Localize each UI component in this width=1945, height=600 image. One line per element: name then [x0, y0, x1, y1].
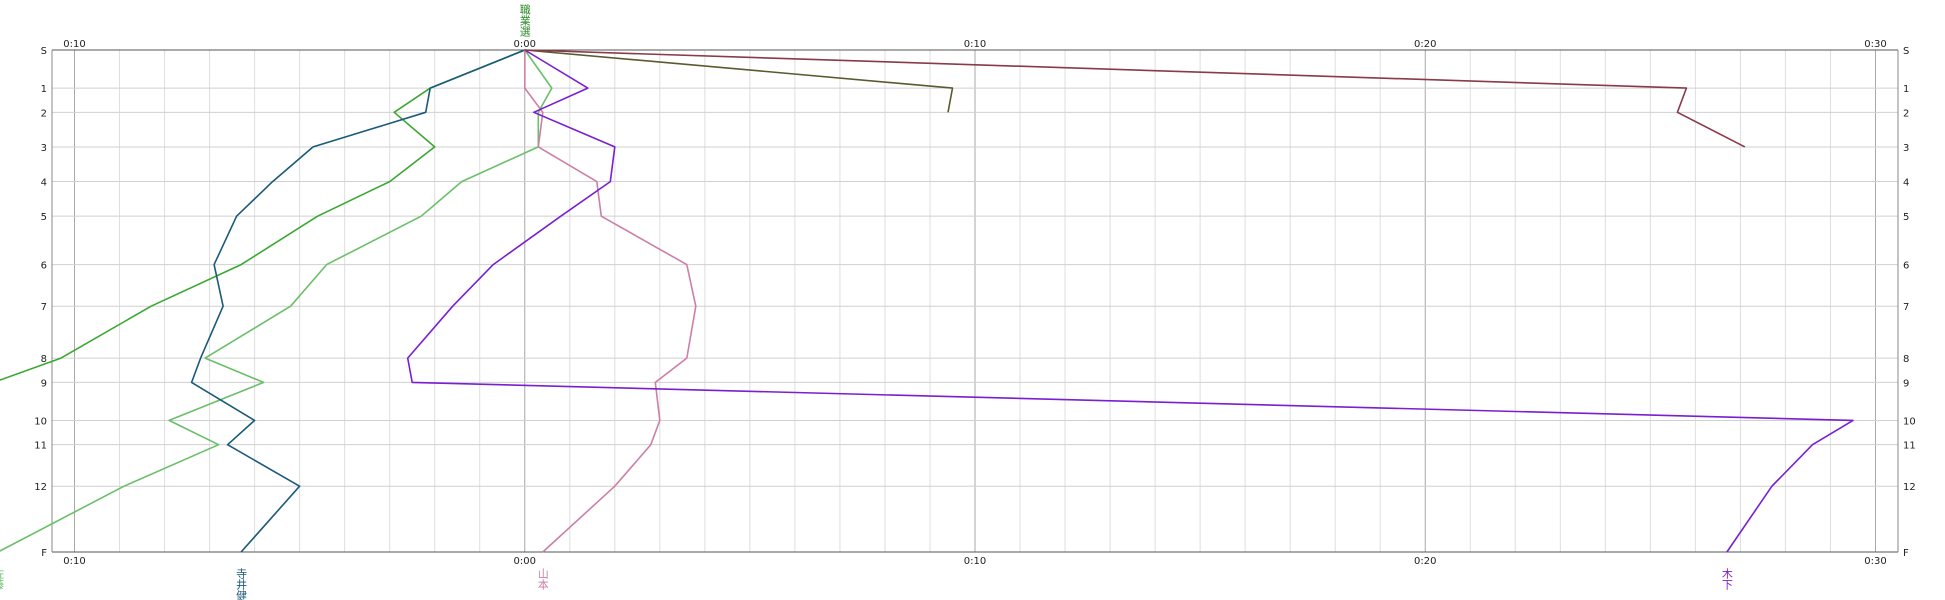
series-line: [190, 49, 526, 553]
control-label-right: 7: [1903, 302, 1909, 313]
control-label-left: 7: [41, 302, 47, 313]
control-label-right: F: [1903, 548, 1909, 559]
x-tick-label-bottom: 0:30: [1864, 556, 1886, 567]
control-label-right: 1: [1903, 84, 1909, 95]
control-label-right: 11: [1903, 441, 1916, 452]
series-line: [406, 49, 1854, 553]
control-label-left: 3: [41, 143, 47, 154]
control-label-left: 4: [41, 178, 47, 189]
control-label-left: 11: [34, 441, 47, 452]
control-label-right: 12: [1903, 482, 1916, 493]
runner-labels: 細中佐藤寺井健山本木下: [0, 567, 1733, 600]
x-tick-label-top: 0:30: [1864, 39, 1886, 50]
control-label-right: 8: [1903, 354, 1909, 365]
control-label-left: 5: [41, 212, 47, 223]
control-label-right: 3: [1903, 143, 1909, 154]
top-marker-label: 職業選: [518, 4, 531, 37]
runner-label: 佐藤: [0, 567, 4, 591]
control-label-left: 9: [41, 378, 47, 389]
control-label-right: 6: [1903, 261, 1909, 272]
series-line: [523, 50, 697, 553]
runner-label: 木下: [1720, 568, 1733, 591]
control-label-right: 2: [1903, 108, 1909, 119]
grid-lines: [52, 49, 1898, 553]
x-tick-label-bottom: 0:00: [514, 556, 536, 567]
control-label-right: 9: [1903, 378, 1909, 389]
x-tick-label-bottom: 0:20: [1414, 556, 1436, 567]
x-tick-label-top: 0:10: [964, 39, 986, 50]
series-line: [0, 49, 526, 381]
control-label-right: 5: [1903, 212, 1909, 223]
control-label-right: 4: [1903, 178, 1909, 189]
x-tick-label-bottom: 0:10: [964, 556, 986, 567]
x-tick-label-bottom: 0:10: [63, 556, 85, 567]
control-label-right: S: [1903, 46, 1909, 57]
series-line: [524, 49, 1746, 148]
control-label-left: 12: [34, 482, 47, 493]
runner-label: 山本: [536, 568, 549, 591]
control-label-left: S: [41, 46, 47, 57]
x-tick-label-top: 0:10: [63, 39, 85, 50]
control-label-left: 1: [41, 84, 47, 95]
series-line: [524, 49, 954, 113]
series-line: [0, 49, 553, 552]
control-label-right: 10: [1903, 416, 1916, 427]
x-tick-label-top: 0:20: [1414, 39, 1436, 50]
series-lines: [0, 49, 1854, 553]
control-label-left: 2: [41, 108, 47, 119]
x-tick-label-top: 0:00: [514, 39, 536, 50]
control-label-left: 6: [41, 261, 47, 272]
leg-split-chart: 0:10 0:10 0:00 0:00 0:10 0:10 0:20 0:20 0:30 0:30…: [0, 4, 1916, 600]
runner-label: 寺井健: [235, 568, 248, 600]
control-label-left: 10: [34, 416, 47, 427]
control-label-left: F: [41, 548, 47, 559]
